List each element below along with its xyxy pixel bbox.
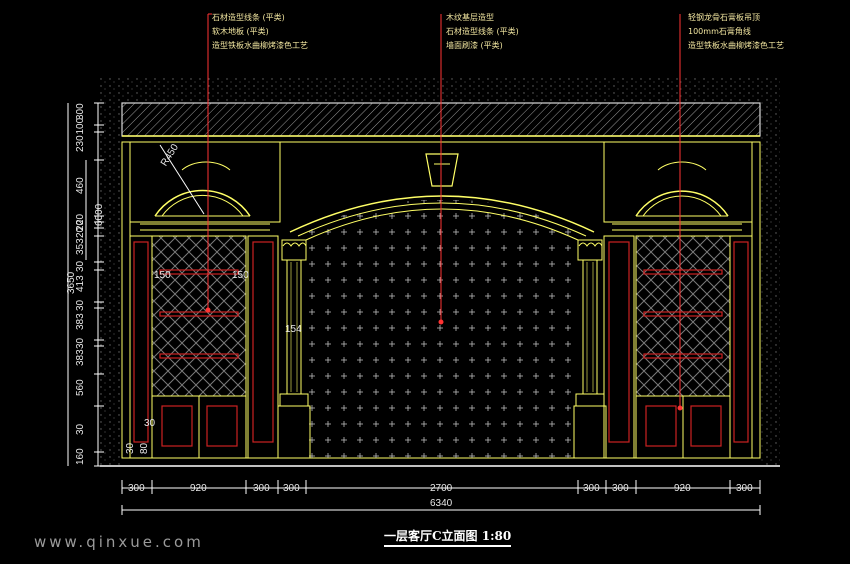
- concrete-left: [100, 104, 122, 466]
- horizontal-dimension-label: 300: [253, 483, 270, 494]
- note-left: 石材造型线条 (平类) 软木地板 (平类) 造型铁板水曲柳烤漆色工艺: [212, 11, 308, 53]
- center-cross-panel: [306, 200, 578, 458]
- dim-154: 154: [285, 324, 302, 335]
- horizontal-dimension-label: 300: [736, 483, 753, 494]
- vertical-dimension-label: 230: [75, 135, 86, 152]
- right-outer-pilaster: [729, 235, 753, 459]
- vertical-dimension-label: 160: [75, 448, 86, 465]
- vertical-dimension-label: 560: [75, 379, 86, 396]
- dim-80: 80: [139, 442, 150, 454]
- horizontal-dimension-label: 300: [283, 483, 300, 494]
- vertical-extra: 6000: [94, 203, 105, 226]
- right-wall-edge: [751, 141, 761, 459]
- radius-label: R450: [159, 142, 181, 168]
- note-center: 木纹基层造型 石材造型线条 (平类) 墙面刷漆 (平类): [446, 11, 519, 53]
- vertical-dimension-label: 460: [75, 177, 86, 194]
- vertical-dimension-label: 353: [75, 238, 86, 255]
- concrete-top: [100, 78, 780, 106]
- elevation-drawing: R450 150 150 154 30 30 80 30010023046020…: [66, 13, 780, 515]
- note-left-line-3: 造型铁板水曲柳烤漆色工艺: [212, 41, 308, 50]
- vertical-dimension-label: 383: [75, 349, 86, 366]
- concrete-right: [760, 104, 780, 466]
- horizontal-dimension-label: 300: [612, 483, 629, 494]
- vertical-dimension-label: 383: [75, 313, 86, 330]
- note-right-line-1: 轻钢龙骨石膏板吊顶: [688, 13, 760, 22]
- dim-150-left: 150: [154, 270, 171, 281]
- note-center-line-3: 墙面刷漆 (平类): [446, 41, 503, 50]
- right-column: [573, 239, 607, 459]
- left-wall-edge: [121, 141, 131, 459]
- vertical-total: 3650: [66, 271, 77, 294]
- vertical-dimension-label: 20: [75, 226, 86, 238]
- note-center-line-2: 石材造型线条 (平类): [446, 27, 519, 36]
- note-right-line-3: 造型铁板水曲柳烤漆色工艺: [688, 41, 784, 50]
- note-right: 轻钢龙骨石膏板吊顶 100mm石膏角线 造型铁板水曲柳烤漆色工艺: [688, 11, 784, 53]
- dim-30-small: 30: [144, 418, 156, 429]
- note-right-line-2: 100mm石膏角线: [688, 27, 751, 36]
- horizontal-dimension-label: 920: [190, 483, 207, 494]
- note-center-line-1: 木纹基层造型: [446, 13, 494, 22]
- note-left-line-1: 石材造型线条 (平类): [212, 13, 285, 22]
- dim-30-small-2: 30: [125, 442, 136, 454]
- note-left-line-2: 软木地板 (平类): [212, 27, 269, 36]
- left-column: [277, 239, 311, 459]
- vertical-dimension-label: 30: [75, 299, 86, 311]
- vertical-dimension-label: 30: [75, 337, 86, 349]
- horizontal-dimension-label: 300: [583, 483, 600, 494]
- horizontal-dimension-label: 920: [674, 483, 691, 494]
- horizontal-total: 6340: [430, 498, 453, 509]
- vertical-dimension-label: 30: [75, 423, 86, 435]
- drawing-title: 一层客厅C立面图 1:80: [384, 527, 512, 547]
- vertical-dimension-label: 300: [75, 103, 86, 120]
- dim-150-right: 150: [232, 270, 249, 281]
- keystone: [425, 153, 459, 187]
- vertical-dimension-label: 100: [75, 117, 86, 134]
- horizontal-dimension-label: 2700: [430, 483, 453, 494]
- right-niche-arch: [635, 190, 729, 217]
- vertical-dimension-label: 30: [75, 260, 86, 272]
- watermark: www.qinxue.com: [34, 533, 204, 551]
- horizontal-dimension-label: 300: [128, 483, 145, 494]
